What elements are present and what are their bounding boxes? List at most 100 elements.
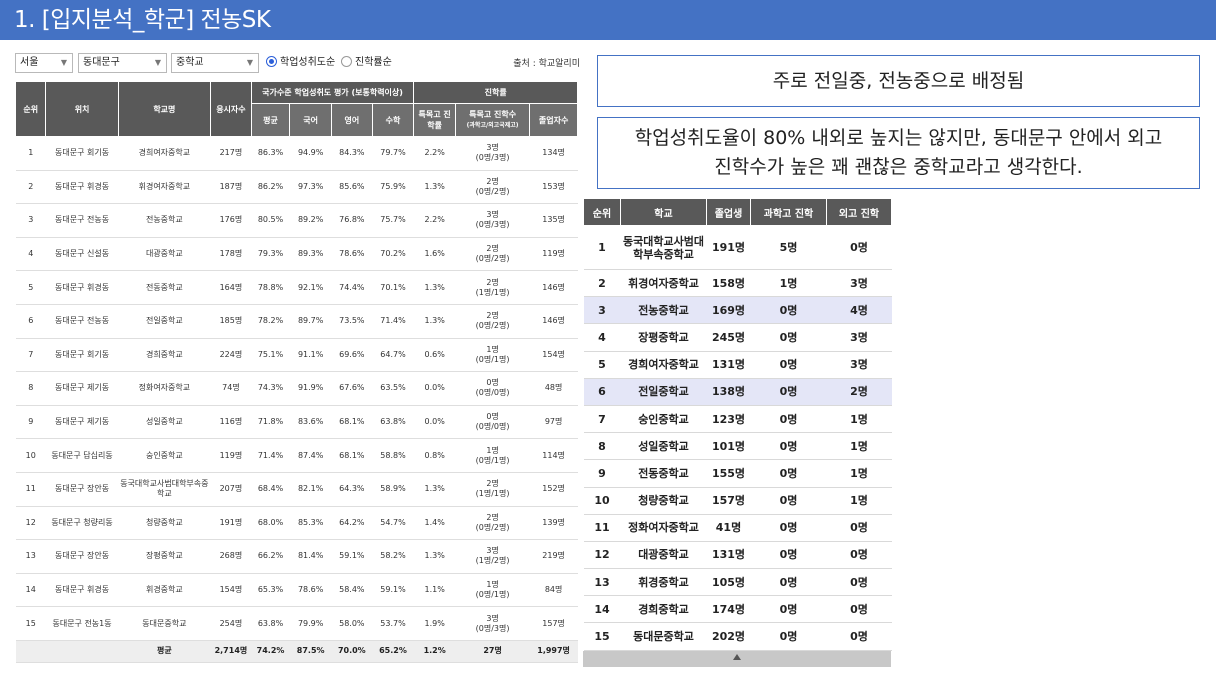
cell-graduates: 153명 <box>529 170 578 205</box>
cell-foreign: 2명 <box>826 378 892 406</box>
table-row[interactable]: 11 정화여자중학교 41명 0명 0명 <box>583 514 892 542</box>
col-header-school[interactable]: 학교 <box>620 198 707 226</box>
table-row[interactable]: 1 동국대학교사범대학부속중학교 191명 5명 0명 <box>583 225 892 270</box>
table-row[interactable]: 1 동대문구 회기동 경희여자중학교 217명 86.3% 94.9% 84.3% 79.7%… <box>15 136 578 171</box>
col-header-location[interactable]: 위치 <box>45 81 119 137</box>
col-header-special-count[interactable]: 특목고 진학수 (과학고/외고국제고) <box>454 103 531 137</box>
table-row[interactable]: 6 전일중학교 138명 0명 2명 <box>583 378 892 406</box>
radio-sort-advance[interactable]: 진학률순 <box>341 55 392 71</box>
cell-school: 대광중학교 <box>620 541 707 570</box>
cell-location: 동대문구 휘경동 <box>45 270 119 305</box>
cell-rank: 15 <box>583 622 621 651</box>
table-row[interactable]: 13 동대문구 장안동 장평중학교 268명 66.2% 81.4% 59.1% 58.2% 1… <box>15 539 578 574</box>
table-row[interactable]: 2 휘경여자중학교 158명 1명 3명 <box>583 269 892 298</box>
cell-school: 성일중학교 <box>118 405 211 440</box>
cell-special-rate: 1.1% <box>413 573 456 608</box>
table-row[interactable]: 5 경희여자중학교 131명 0명 3명 <box>583 351 892 379</box>
footer-students: 2,714명 <box>210 640 252 663</box>
table-row[interactable]: 5 동대문구 휘경동 전동중학교 164명 78.8% 92.1% 74.4% 70.1% 1.… <box>15 270 578 305</box>
table-row[interactable]: 15 동대문중학교 202명 0명 0명 <box>583 622 892 651</box>
scroll-up-icon[interactable] <box>733 654 741 660</box>
cell-foreign: 0명 <box>826 225 892 270</box>
table-row[interactable]: 4 동대문구 신설동 대광중학교 178명 79.3% 89.3% 78.6% 70.2% 1.… <box>15 237 578 272</box>
cell-english: 58.4% <box>331 573 373 608</box>
col-header-graduates[interactable]: 졸업생 <box>706 198 751 226</box>
cell-students: 217명 <box>210 136 252 171</box>
cell-math: 64.7% <box>372 338 414 373</box>
table-row[interactable]: 9 동대문구 제기동 성일중학교 116명 71.8% 83.6% 68.1% 63.8% 0.… <box>15 405 578 440</box>
admission-table-body: 1 동국대학교사범대학부속중학교 191명 5명 0명 2 휘경여자중학교 158명 1명 3명 3… <box>583 225 892 651</box>
special-count-detail: (0명/3명) <box>475 623 510 633</box>
cell-school: 숭인중학교 <box>620 405 707 434</box>
cell-special-rate: 1.4% <box>413 506 456 541</box>
special-count-value: 2명 <box>486 512 499 522</box>
special-count-detail: (0명/1명) <box>475 354 510 364</box>
footer-math: 65.2% <box>372 640 414 663</box>
col-header-english[interactable]: 영어 <box>331 103 373 137</box>
table-row[interactable]: 3 전농중학교 169명 0명 4명 <box>583 296 892 325</box>
table-row[interactable]: 12 동대문구 청량리동 청량중학교 191명 68.0% 85.3% 64.2% 54.7%… <box>15 506 578 541</box>
table-row[interactable]: 14 동대문구 휘경동 휘경중학교 154명 65.3% 78.6% 58.4% 59.1% 1… <box>15 573 578 608</box>
region-select[interactable]: 서울 ▼ <box>15 53 73 73</box>
col-header-foreign[interactable]: 외고 진학 <box>826 198 892 226</box>
cell-english: 59.1% <box>331 539 373 574</box>
table-row[interactable]: 11 동대문구 장안동 동국대학교사범대학부속중학교 207명 68.4% 82.1% 64… <box>15 472 578 507</box>
table-row[interactable]: 4 장평중학교 245명 0명 3명 <box>583 323 892 352</box>
cell-graduates: 135명 <box>529 203 578 238</box>
cell-avg: 63.8% <box>251 606 290 641</box>
cell-location: 동대문구 신설동 <box>45 237 119 272</box>
cell-graduates: 146명 <box>529 304 578 339</box>
cell-avg: 71.4% <box>251 438 290 473</box>
col-header-rank[interactable]: 순위 <box>583 198 621 226</box>
table-row[interactable]: 15 동대문구 전농1동 동대문중학교 254명 63.8% 79.9% 58.0% 53.7… <box>15 606 578 641</box>
cell-students: 207명 <box>210 472 252 507</box>
district-select[interactable]: 동대문구 ▼ <box>78 53 167 73</box>
cell-science: 0명 <box>750 296 827 325</box>
col-header-rank[interactable]: 순위 <box>14 81 47 137</box>
special-count-detail: (0명/2명) <box>475 186 510 196</box>
col-header-special-rate[interactable]: 특목고 진학률 <box>413 103 456 137</box>
cell-special-count: 0명 (0명/0명) <box>455 405 530 440</box>
table-row[interactable]: 8 동대문구 제기동 정화여자중학교 74명 74.3% 91.9% 67.6% 63.5% 0… <box>15 371 578 406</box>
radio-sort-achievement[interactable]: 학업성취도순 <box>266 55 335 71</box>
col-header-avg[interactable]: 평균 <box>250 103 291 137</box>
table-row[interactable]: 13 휘경중학교 105명 0명 0명 <box>583 568 892 597</box>
cell-avg: 79.3% <box>251 237 290 272</box>
cell-math: 59.1% <box>372 573 414 608</box>
cell-math: 54.7% <box>372 506 414 541</box>
table-row[interactable]: 7 숭인중학교 123명 0명 1명 <box>583 405 892 434</box>
table-row[interactable]: 14 경희중학교 174명 0명 0명 <box>583 595 892 624</box>
cell-rank: 5 <box>15 270 46 305</box>
table-row[interactable]: 7 동대문구 회기동 경희중학교 224명 75.1% 91.1% 69.6% 64.7% 0.… <box>15 338 578 373</box>
cell-special-count: 1명 (0명/1명) <box>455 338 530 373</box>
special-count-label: 특목고 진학수 <box>469 110 517 119</box>
col-header-math[interactable]: 수학 <box>371 103 415 137</box>
table-row[interactable]: 2 동대문구 휘경동 휘경여자중학교 187명 86.2% 97.3% 85.6% 75.9%… <box>15 170 578 205</box>
radio-label: 학업성취도순 <box>280 57 336 68</box>
cell-graduates: 152명 <box>529 472 578 507</box>
table-row[interactable]: 3 동대문구 전농동 전농중학교 176명 80.5% 89.2% 76.8% 75.7% 2.… <box>15 203 578 238</box>
col-header-graduates[interactable]: 졸업자수 <box>529 103 578 137</box>
cell-korean: 82.1% <box>289 472 332 507</box>
cell-students: 176명 <box>210 203 252 238</box>
table-row[interactable]: 10 동대문구 답십리동 숭인중학교 119명 71.4% 87.4% 68.1% 58.8%… <box>15 438 578 473</box>
cell-school: 장평중학교 <box>620 323 707 352</box>
special-count-value: 3명 <box>486 613 499 623</box>
cell-avg: 66.2% <box>251 539 290 574</box>
cell-rank: 3 <box>15 203 46 238</box>
table-row[interactable]: 12 대광중학교 131명 0명 0명 <box>583 541 892 570</box>
table-row[interactable]: 10 청량중학교 157명 0명 1명 <box>583 487 892 515</box>
col-header-students[interactable]: 응시자수 <box>210 81 252 137</box>
table-scrollbar[interactable] <box>583 651 891 667</box>
col-header-science[interactable]: 과학고 진학 <box>750 198 827 226</box>
cell-math: 58.9% <box>372 472 414 507</box>
cell-school: 경희여자중학교 <box>620 351 707 379</box>
table-row[interactable]: 6 동대문구 전농동 전일중학교 185명 78.2% 89.7% 73.5% 71.4% 1.… <box>15 304 578 339</box>
level-select[interactable]: 중학교 ▼ <box>171 53 259 73</box>
table-row[interactable]: 8 성일중학교 101명 0명 1명 <box>583 432 892 461</box>
col-header-school[interactable]: 학교명 <box>117 81 212 137</box>
special-count-value: 1명 <box>486 580 499 590</box>
cell-english: 64.3% <box>331 472 373 507</box>
table-row[interactable]: 9 전동중학교 155명 0명 1명 <box>583 459 892 488</box>
col-header-korean[interactable]: 국어 <box>289 103 332 137</box>
